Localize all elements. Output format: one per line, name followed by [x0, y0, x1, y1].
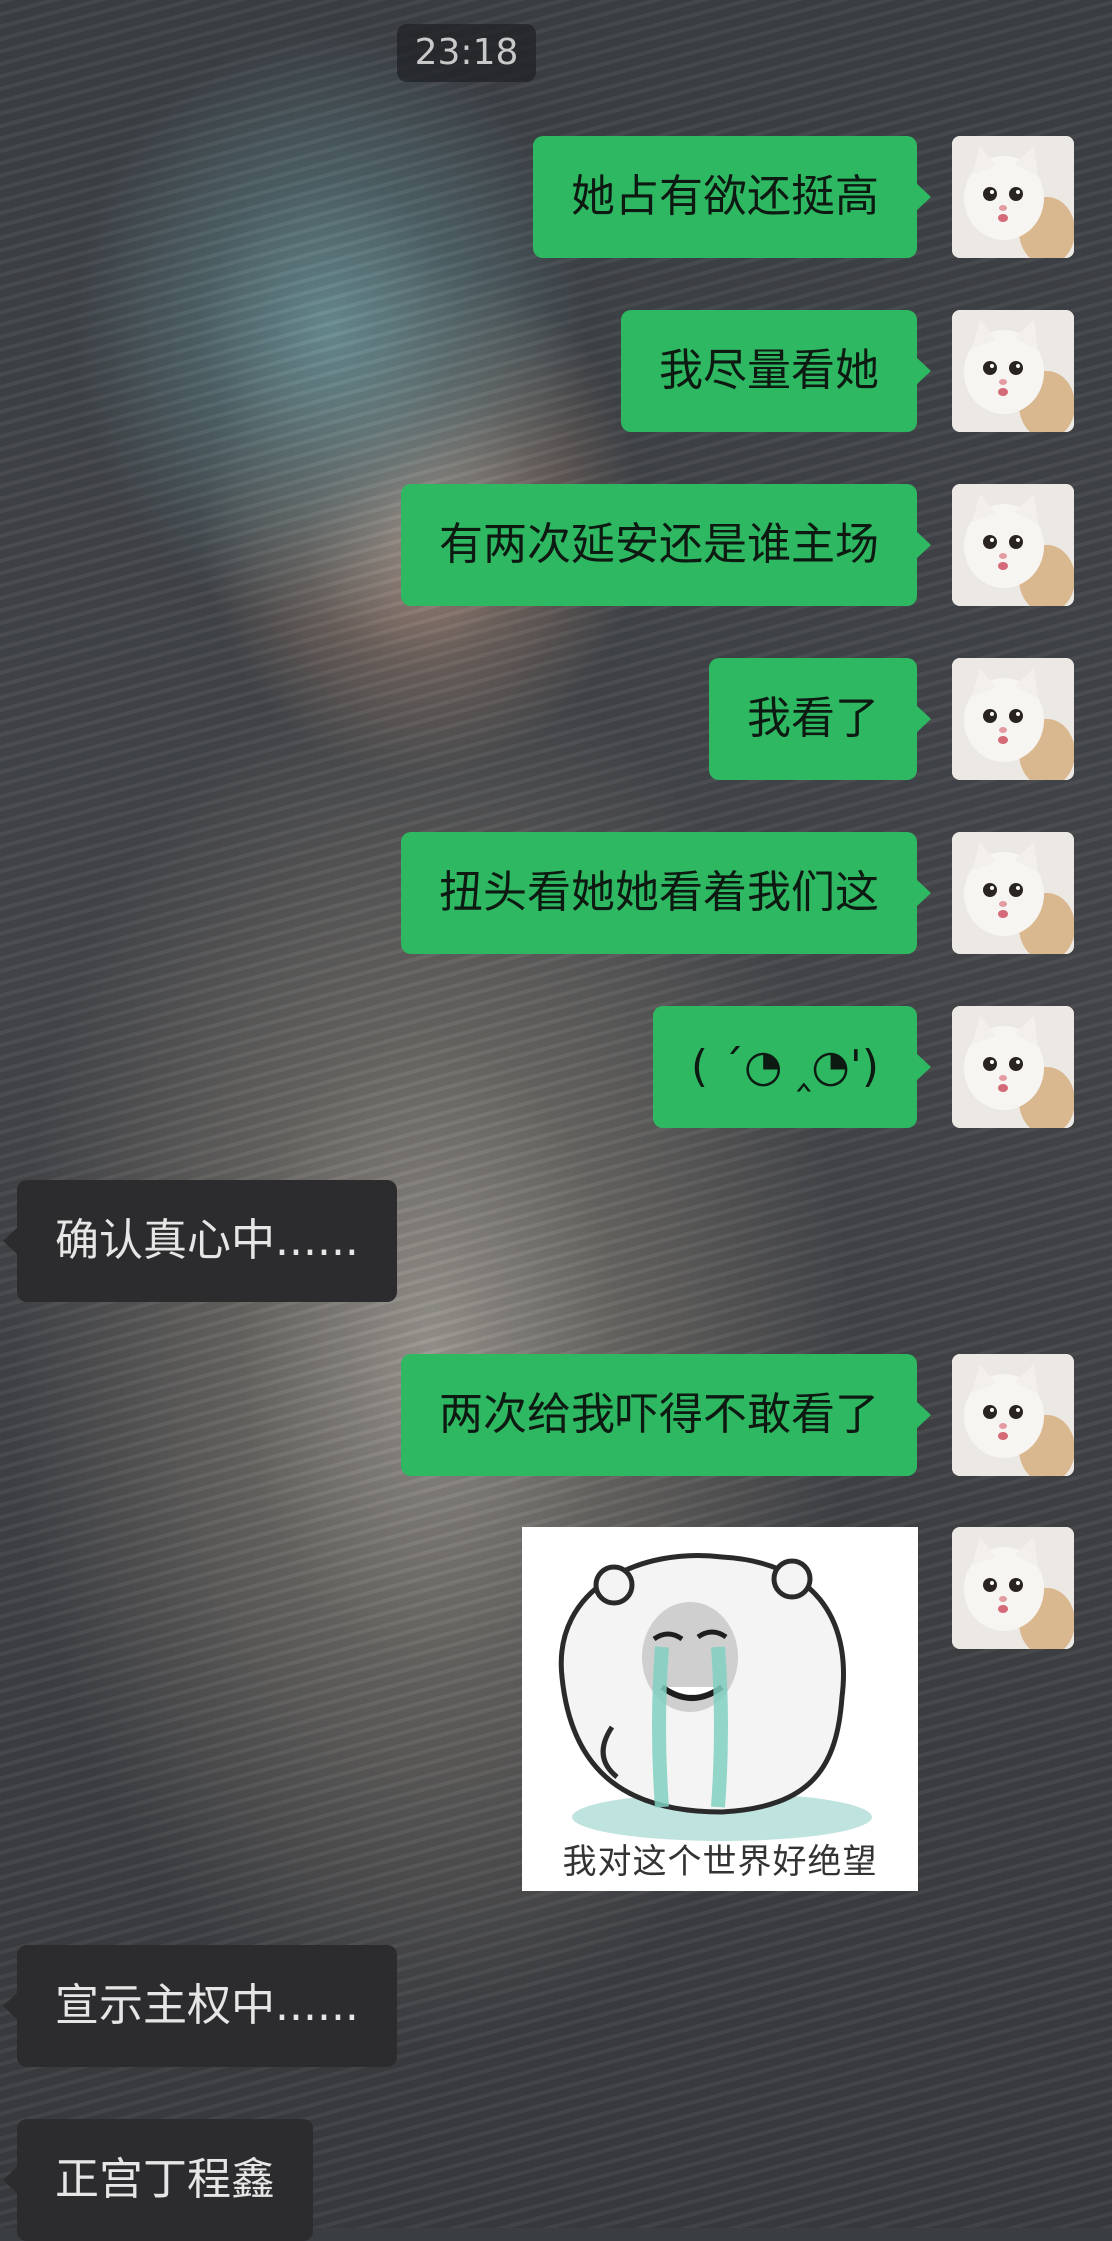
message-bubble-outgoing[interactable]: 我尽量看她	[621, 310, 931, 432]
message-bubble-outgoing[interactable]: 我看了	[709, 658, 931, 780]
message-bubble-outgoing[interactable]: 她占有欲还挺高	[533, 136, 931, 258]
kitten-avatar-icon	[952, 658, 1074, 780]
kitten-avatar-icon	[952, 136, 1074, 258]
kitten-avatar-icon	[952, 1006, 1074, 1128]
sticker-caption: 我对这个世界好绝望	[562, 1842, 878, 1882]
avatar[interactable]	[952, 832, 1074, 954]
kitten-avatar-icon	[952, 484, 1074, 606]
avatar[interactable]	[952, 1527, 1074, 1649]
message-bubble-outgoing[interactable]: 两次给我吓得不敢看了	[401, 1354, 931, 1476]
message-bubble-outgoing[interactable]: ( ˊ◔ ‸◔')	[652, 1006, 932, 1128]
kitten-avatar-icon	[952, 310, 1074, 432]
avatar[interactable]	[952, 1354, 1074, 1476]
sticker-message[interactable]: 我对这个世界好绝望	[522, 1527, 918, 1891]
chat-background	[0, 0, 1112, 2228]
message-bubble-outgoing[interactable]: 扭头看她她看着我们这	[401, 832, 931, 954]
message-bubble-incoming[interactable]: 正宫丁程鑫	[3, 2119, 313, 2241]
timestamp: 23:18	[397, 24, 536, 82]
avatar[interactable]	[952, 136, 1074, 258]
avatar[interactable]	[952, 1006, 1074, 1128]
kitten-avatar-icon	[952, 832, 1074, 954]
kitten-avatar-icon	[952, 1354, 1074, 1476]
message-bubble-incoming[interactable]: 宣示主权中......	[3, 1945, 397, 2067]
message-bubble-outgoing[interactable]: 有两次延安还是谁主场	[401, 484, 931, 606]
message-bubble-incoming[interactable]: 确认真心中......	[3, 1180, 397, 1302]
kitten-avatar-icon	[952, 1527, 1074, 1649]
avatar[interactable]	[952, 484, 1074, 606]
avatar[interactable]	[952, 310, 1074, 432]
avatar[interactable]	[952, 658, 1074, 780]
